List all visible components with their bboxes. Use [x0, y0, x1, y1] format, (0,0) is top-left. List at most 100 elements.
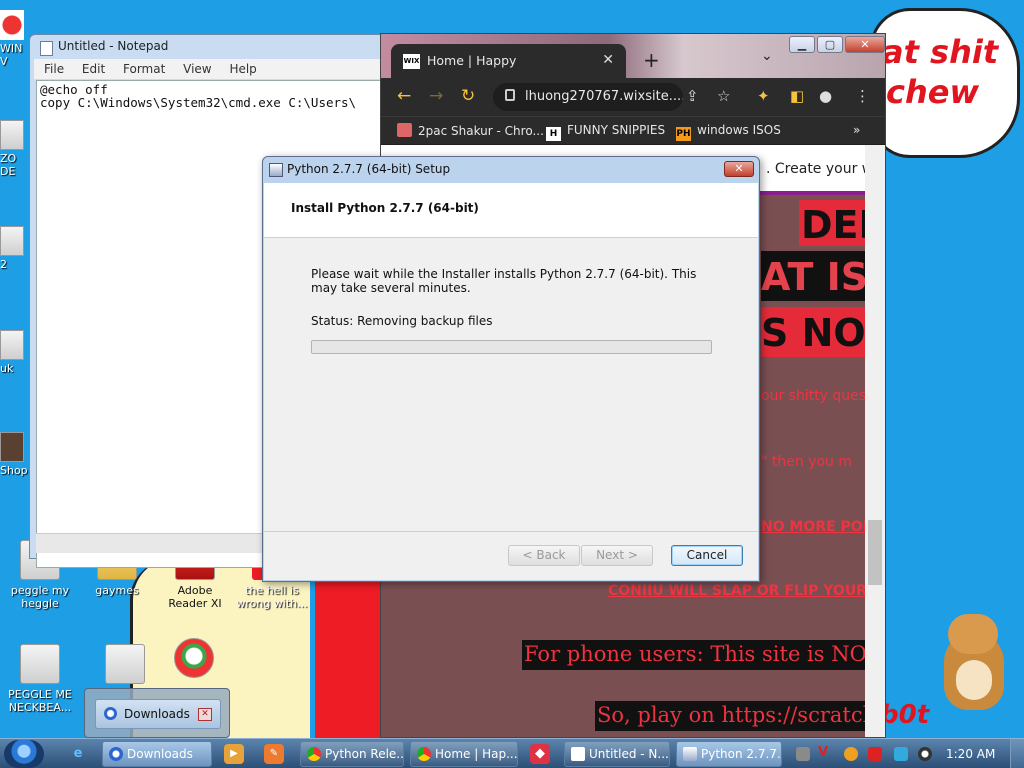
task-label: Untitled - N...	[589, 747, 669, 761]
profile-avatar-icon[interactable]: ●	[819, 87, 832, 105]
page-link-1[interactable]: NO MORE PON	[761, 519, 867, 535]
new-tab-plus-icon[interactable]: +	[643, 48, 660, 72]
desktop-icon-label: 2	[0, 258, 7, 271]
menu-edit[interactable]: Edit	[82, 62, 105, 76]
desktop-icon-edge-1[interactable]: WIN V	[0, 10, 32, 90]
install-status: Status: Removing backup files	[311, 314, 493, 328]
dialog-header: Install Python 2.7.7 (64-bit)	[264, 183, 758, 238]
bookmarks-overflow-button[interactable]: »	[853, 123, 860, 137]
tab-close-icon[interactable]: ✕	[602, 52, 614, 68]
extensions-puzzle-icon[interactable]: ✦	[757, 87, 770, 105]
desktop-icon-label: Shop	[0, 464, 28, 477]
paint-icon[interactable]: ✎	[264, 744, 284, 764]
tray-app-icon[interactable]	[796, 747, 810, 761]
wallpaper-bubble-text: at shit chew	[882, 32, 1022, 112]
downloads-thumbnail-popup[interactable]: Downloads ✕	[84, 688, 230, 738]
chrome-tabstrip: WIX Home | Happy ✕ + ⌄ ▁ ▢ ✕	[381, 34, 885, 78]
taskbar-downloads[interactable]: Downloads	[102, 741, 212, 767]
sidebar-icon[interactable]: ◧	[790, 87, 804, 105]
desktop-icon-edge-5[interactable]: Shop	[0, 432, 32, 494]
tab-search-chevron-icon[interactable]: ⌄	[761, 48, 773, 64]
tray-flag-icon[interactable]	[868, 747, 882, 761]
installer-icon	[683, 747, 697, 761]
show-desktop-button[interactable]	[1010, 739, 1024, 768]
back-arrow-icon[interactable]: ←	[397, 86, 411, 106]
install-heading: Install Python 2.7.7 (64-bit)	[291, 201, 479, 215]
chrome-window-controls: ▁ ▢ ✕	[787, 36, 885, 54]
desktop-icon-edge-4[interactable]: uk	[0, 330, 32, 390]
tray-search-icon[interactable]	[844, 747, 858, 761]
tray-v-icon[interactable]: V	[818, 745, 832, 760]
cancel-button[interactable]: Cancel	[671, 545, 743, 566]
chrome-icon	[104, 707, 117, 720]
bookmarks-bar: 2pac Shakur - Chro... H FUNNY SNIPPIES PH…	[381, 116, 885, 144]
page-vertical-scrollbar[interactable]	[865, 145, 885, 737]
taskbar-clock[interactable]: 1:20 AM	[946, 747, 995, 761]
internet-explorer-icon[interactable]: e	[68, 744, 88, 764]
desktop-icon-label: ZO DE	[0, 152, 17, 178]
file-icon	[20, 644, 60, 684]
desktop-icon-windows-media[interactable]	[157, 638, 231, 682]
address-bar[interactable]: lhuong270767.wixsite....	[493, 83, 683, 111]
back-button[interactable]: < Back	[508, 545, 580, 566]
bookmark-label: FUNNY SNIPPIES	[567, 123, 666, 137]
file-icon	[105, 644, 145, 684]
share-icon[interactable]: ⇪	[686, 87, 699, 105]
notepad-icon	[571, 747, 585, 761]
minimize-icon[interactable]: ▁	[789, 36, 815, 53]
dialog-separator	[264, 531, 758, 532]
app-icon	[0, 10, 24, 40]
desktop-icon-peggle-me-neckbea[interactable]: PEGGLE ME NECKBEA...	[3, 644, 77, 714]
dialog-titlebar[interactable]: Python 2.7.7 (64-bit) Setup	[263, 157, 759, 183]
media-player-icon[interactable]: ▶	[224, 744, 244, 764]
next-button[interactable]: Next >	[581, 545, 653, 566]
bookmark-star-icon[interactable]: ☆	[717, 87, 730, 105]
menu-format[interactable]: Format	[123, 62, 165, 76]
chrome-icon	[307, 747, 321, 761]
forward-arrow-icon[interactable]: →	[429, 86, 443, 106]
tab-title: Home | Happy	[427, 53, 517, 68]
page-banner-scratch: So, play on https://scratch.mit.	[595, 701, 867, 731]
taskbar-python-releases[interactable]: Python Rele...	[300, 741, 404, 767]
page-heading-2: AT IS "P	[761, 251, 867, 301]
menu-file[interactable]: File	[44, 62, 64, 76]
reload-icon[interactable]: ↻	[461, 86, 475, 106]
close-icon[interactable]: ✕	[198, 708, 212, 721]
tab-home-happy[interactable]: WIX Home | Happy ✕	[391, 44, 626, 78]
desktop-icon-label: PEGGLE ME NECKBEA...	[8, 688, 72, 714]
desktop-icon-label: gaymes	[95, 584, 139, 597]
dialog-title: Python 2.7.7 (64-bit) Setup	[287, 162, 451, 176]
bookmark-funny-snippies[interactable]: H FUNNY SNIPPIES	[546, 123, 665, 141]
notepad-titlebar[interactable]: Untitled - Notepad	[30, 35, 388, 59]
python-setup-dialog[interactable]: Python 2.7.7 (64-bit) Setup ✕ Install Py…	[262, 156, 760, 582]
maximize-icon[interactable]: ▢	[817, 36, 843, 53]
scrollbar-thumb[interactable]	[868, 520, 882, 585]
desktop-icon-unlabeled[interactable]	[88, 644, 162, 688]
page-link-2[interactable]: CONIIU WILL SLAP OR FLIP YOUR F	[608, 583, 867, 599]
downloads-preview[interactable]: Downloads ✕	[95, 699, 221, 729]
dialog-close-icon[interactable]: ✕	[724, 161, 754, 177]
menu-view[interactable]: View	[183, 62, 211, 76]
desktop-icon-label: peggle my heggle	[10, 584, 70, 610]
menu-kebab-icon[interactable]: ⋮	[855, 87, 870, 105]
wix-create-text[interactable]: . Create your we	[766, 161, 867, 177]
tray-network-icon[interactable]	[894, 747, 908, 761]
bookmark-windows-isos[interactable]: PH windows ISOS	[676, 123, 781, 141]
taskbar-home-happy[interactable]: Home | Hap...	[410, 741, 518, 767]
page-heading-1: DEFE	[799, 200, 867, 246]
game-icon[interactable]: ◆	[530, 744, 550, 764]
shop-icon	[0, 432, 24, 462]
taskbar-notepad[interactable]: Untitled - N...	[564, 741, 670, 767]
h-site-icon: H	[546, 127, 561, 141]
desktop-icon-edge-2[interactable]: ZO DE	[0, 120, 32, 200]
menu-help[interactable]: Help	[229, 62, 256, 76]
install-progress-bar	[311, 340, 712, 354]
bookmark-2pac[interactable]: 2pac Shakur - Chro...	[397, 123, 544, 138]
chrome-icon	[109, 747, 123, 761]
taskbar-python-setup[interactable]: Python 2.7.7...	[676, 741, 782, 767]
tray-volume-icon[interactable]	[918, 747, 932, 761]
start-button[interactable]	[4, 740, 44, 768]
window-close-icon[interactable]: ✕	[845, 36, 885, 53]
desktop-icon-edge-3[interactable]: 2	[0, 226, 32, 286]
wix-favicon: WIX	[403, 54, 420, 69]
